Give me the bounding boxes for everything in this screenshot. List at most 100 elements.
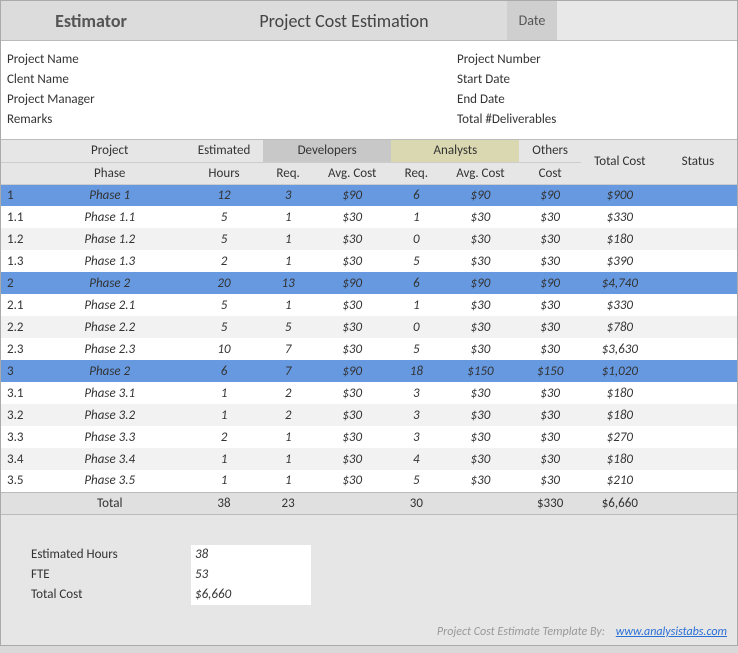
row-ana-cost[interactable]: $30 bbox=[441, 316, 519, 338]
row-total[interactable]: $270 bbox=[581, 426, 659, 448]
row-hours[interactable]: 10 bbox=[185, 338, 263, 360]
row-ana-req[interactable]: 5 bbox=[391, 338, 441, 360]
row-dev-cost[interactable]: $30 bbox=[313, 228, 391, 250]
row-hours[interactable]: 5 bbox=[185, 294, 263, 316]
row-ana-cost[interactable]: $30 bbox=[441, 250, 519, 272]
row-hours[interactable]: 5 bbox=[185, 206, 263, 228]
row-ana-req[interactable]: 4 bbox=[391, 448, 441, 470]
row-status[interactable] bbox=[659, 382, 737, 404]
row-ana-req[interactable]: 0 bbox=[391, 316, 441, 338]
row-others[interactable]: $30 bbox=[519, 338, 580, 360]
row-ana-req[interactable]: 3 bbox=[391, 404, 441, 426]
row-hours[interactable]: 5 bbox=[185, 228, 263, 250]
row-ana-cost[interactable]: $30 bbox=[441, 448, 519, 470]
row-num[interactable]: 2.3 bbox=[1, 338, 34, 360]
row-ana-cost[interactable]: $30 bbox=[441, 426, 519, 448]
project-name-value[interactable] bbox=[177, 51, 457, 69]
row-status[interactable] bbox=[659, 338, 737, 360]
row-others[interactable]: $30 bbox=[519, 228, 580, 250]
table-row[interactable]: 2Phase 22013$906$90$90$4,740 bbox=[1, 272, 737, 294]
row-hours[interactable]: 5 bbox=[185, 316, 263, 338]
row-dev-req[interactable]: 1 bbox=[263, 206, 313, 228]
row-others[interactable]: $30 bbox=[519, 404, 580, 426]
row-total[interactable]: $1,020 bbox=[581, 360, 659, 382]
row-ana-cost[interactable]: $30 bbox=[441, 338, 519, 360]
row-ana-cost[interactable]: $30 bbox=[441, 470, 519, 492]
row-hours[interactable]: 1 bbox=[185, 382, 263, 404]
row-dev-req[interactable]: 1 bbox=[263, 470, 313, 492]
row-others[interactable]: $30 bbox=[519, 316, 580, 338]
row-dev-cost[interactable]: $30 bbox=[313, 206, 391, 228]
row-ana-cost[interactable]: $30 bbox=[441, 382, 519, 404]
row-dev-req[interactable]: 7 bbox=[263, 338, 313, 360]
row-others[interactable]: $30 bbox=[519, 250, 580, 272]
row-ana-cost[interactable]: $30 bbox=[441, 294, 519, 316]
table-row[interactable]: 2.3Phase 2.3107$305$30$30$3,630 bbox=[1, 338, 737, 360]
row-status[interactable] bbox=[659, 448, 737, 470]
table-row[interactable]: 3.4Phase 3.411$304$30$30$180 bbox=[1, 448, 737, 470]
row-phase[interactable]: Phase 1 bbox=[34, 184, 185, 206]
row-num[interactable]: 1 bbox=[1, 184, 34, 206]
row-ana-cost[interactable]: $90 bbox=[441, 184, 519, 206]
row-phase[interactable]: Phase 1.2 bbox=[34, 228, 185, 250]
row-dev-req[interactable]: 1 bbox=[263, 250, 313, 272]
row-phase[interactable]: Phase 1.3 bbox=[34, 250, 185, 272]
row-dev-cost[interactable]: $30 bbox=[313, 426, 391, 448]
row-dev-cost[interactable]: $30 bbox=[313, 316, 391, 338]
table-row[interactable]: 3.1Phase 3.112$303$30$30$180 bbox=[1, 382, 737, 404]
table-row[interactable]: 2.1Phase 2.151$301$30$30$330 bbox=[1, 294, 737, 316]
table-row[interactable]: 3.2Phase 3.212$303$30$30$180 bbox=[1, 404, 737, 426]
row-ana-cost[interactable]: $30 bbox=[441, 404, 519, 426]
row-dev-cost[interactable]: $90 bbox=[313, 184, 391, 206]
row-dev-cost[interactable]: $30 bbox=[313, 338, 391, 360]
row-total[interactable]: $180 bbox=[581, 228, 659, 250]
project-number-value[interactable] bbox=[587, 51, 727, 69]
table-row[interactable]: 1.2Phase 1.251$300$30$30$180 bbox=[1, 228, 737, 250]
row-status[interactable] bbox=[659, 206, 737, 228]
table-row[interactable]: 1.1Phase 1.151$301$30$30$330 bbox=[1, 206, 737, 228]
table-row[interactable]: 1.3Phase 1.321$305$30$30$390 bbox=[1, 250, 737, 272]
row-dev-req[interactable]: 1 bbox=[263, 294, 313, 316]
row-status[interactable] bbox=[659, 294, 737, 316]
footer-link[interactable]: www.analysistabs.com bbox=[616, 625, 727, 639]
row-num[interactable]: 3.4 bbox=[1, 448, 34, 470]
row-ana-req[interactable]: 1 bbox=[391, 294, 441, 316]
row-total[interactable]: $180 bbox=[581, 382, 659, 404]
row-others[interactable]: $30 bbox=[519, 448, 580, 470]
row-status[interactable] bbox=[659, 272, 737, 294]
row-dev-req[interactable]: 7 bbox=[263, 360, 313, 382]
row-status[interactable] bbox=[659, 228, 737, 250]
table-row[interactable]: 3.5Phase 3.511$305$30$30$210 bbox=[1, 470, 737, 492]
row-total[interactable]: $780 bbox=[581, 316, 659, 338]
row-ana-cost[interactable]: $150 bbox=[441, 360, 519, 382]
row-ana-req[interactable]: 6 bbox=[391, 184, 441, 206]
row-total[interactable]: $180 bbox=[581, 448, 659, 470]
row-num[interactable]: 2.1 bbox=[1, 294, 34, 316]
row-ana-req[interactable]: 3 bbox=[391, 382, 441, 404]
row-status[interactable] bbox=[659, 360, 737, 382]
client-name-value[interactable] bbox=[177, 71, 457, 89]
row-num[interactable]: 2 bbox=[1, 272, 34, 294]
row-num[interactable]: 2.2 bbox=[1, 316, 34, 338]
row-others[interactable]: $90 bbox=[519, 272, 580, 294]
row-ana-req[interactable]: 5 bbox=[391, 470, 441, 492]
row-others[interactable]: $30 bbox=[519, 294, 580, 316]
row-others[interactable]: $150 bbox=[519, 360, 580, 382]
row-ana-req[interactable]: 18 bbox=[391, 360, 441, 382]
row-dev-cost[interactable]: $30 bbox=[313, 470, 391, 492]
row-hours[interactable]: 6 bbox=[185, 360, 263, 382]
row-total[interactable]: $3,630 bbox=[581, 338, 659, 360]
row-num[interactable]: 1.1 bbox=[1, 206, 34, 228]
row-dev-req[interactable]: 1 bbox=[263, 228, 313, 250]
row-phase[interactable]: Phase 3.2 bbox=[34, 404, 185, 426]
row-ana-req[interactable]: 6 bbox=[391, 272, 441, 294]
end-date-value[interactable] bbox=[587, 91, 727, 109]
row-hours[interactable]: 1 bbox=[185, 404, 263, 426]
row-dev-req[interactable]: 1 bbox=[263, 448, 313, 470]
table-row[interactable]: 2.2Phase 2.255$300$30$30$780 bbox=[1, 316, 737, 338]
row-status[interactable] bbox=[659, 316, 737, 338]
row-status[interactable] bbox=[659, 470, 737, 492]
row-others[interactable]: $30 bbox=[519, 470, 580, 492]
row-total[interactable]: $330 bbox=[581, 294, 659, 316]
row-num[interactable]: 1.2 bbox=[1, 228, 34, 250]
